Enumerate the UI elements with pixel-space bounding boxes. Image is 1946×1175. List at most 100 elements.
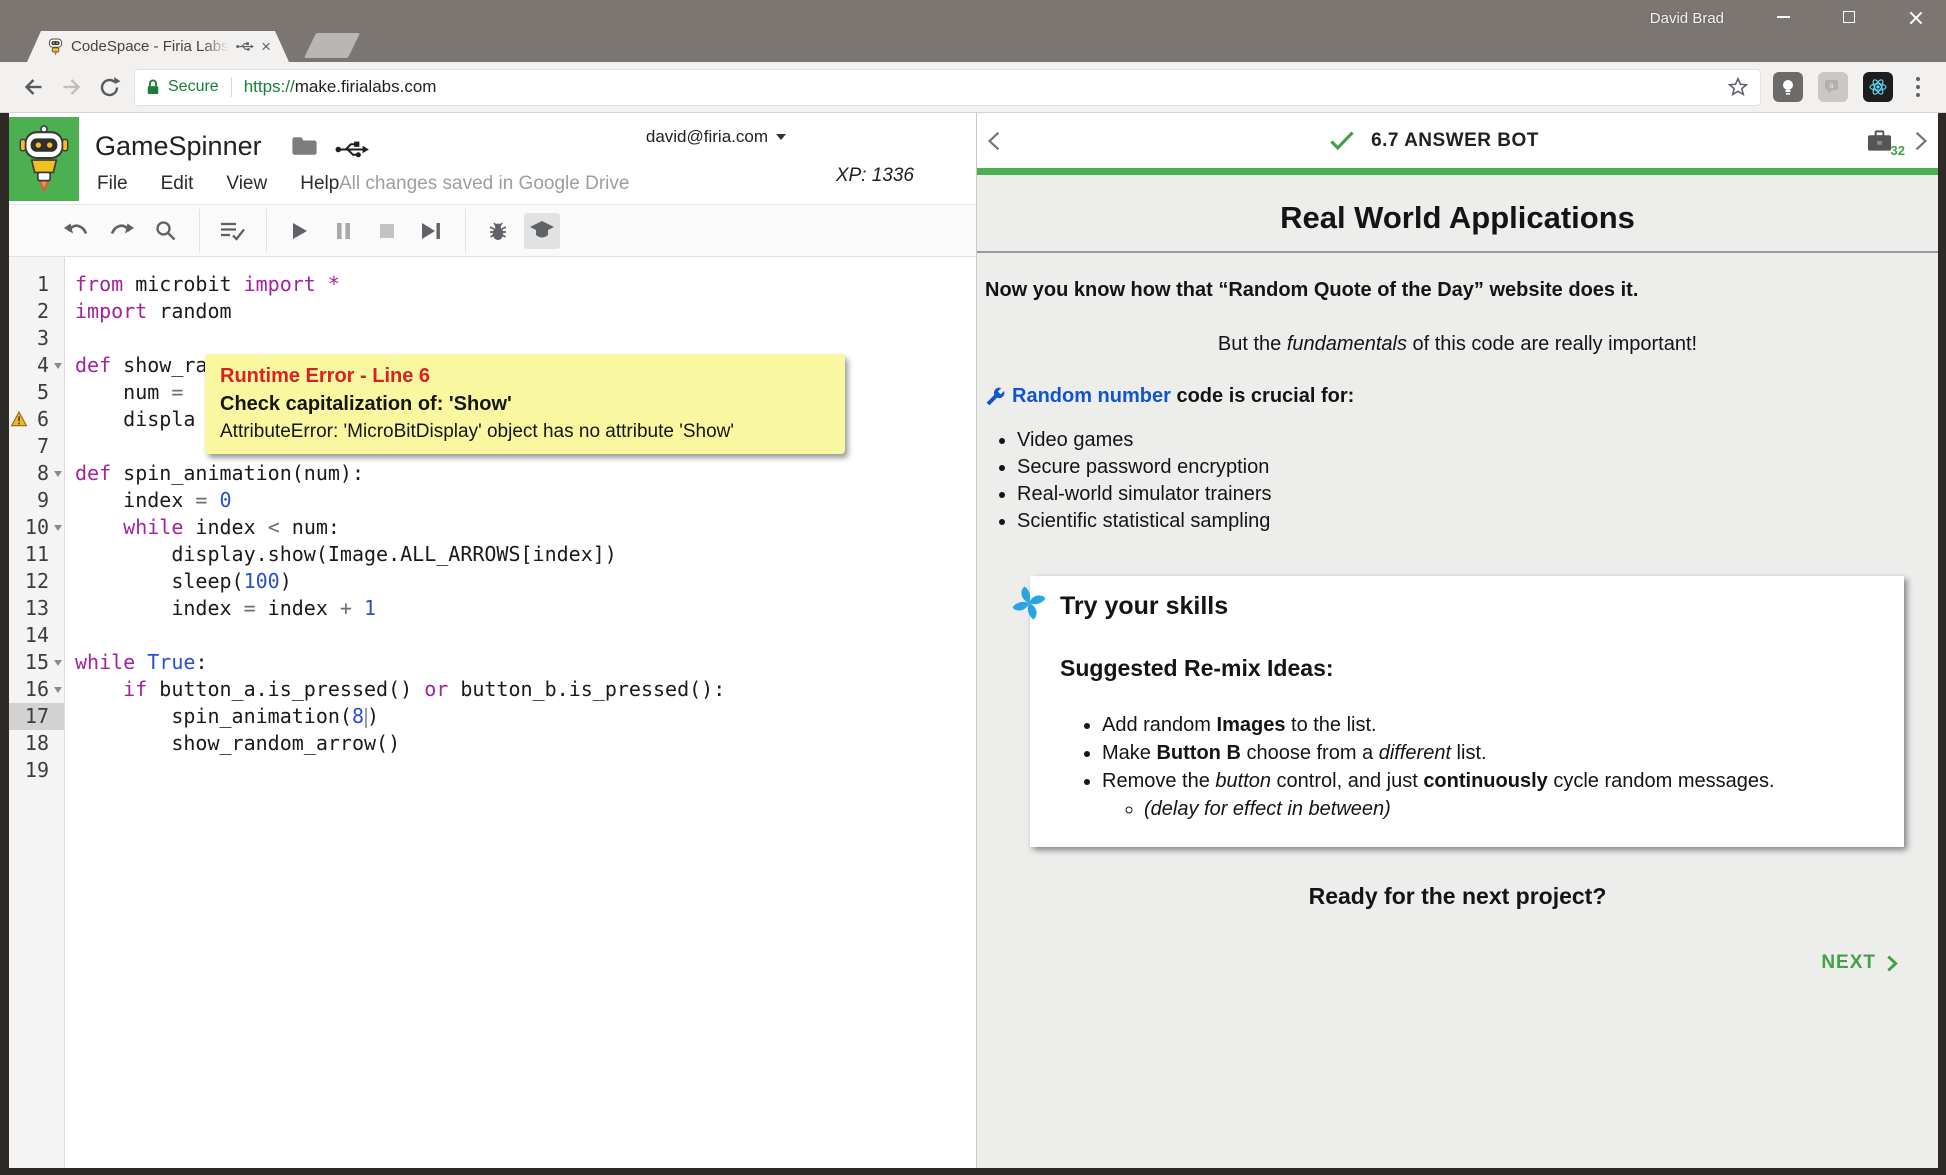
code-line-10[interactable]: while index < num: bbox=[75, 514, 976, 541]
ready-text: Ready for the next project? bbox=[977, 883, 1938, 910]
close-button[interactable] bbox=[1902, 6, 1928, 28]
code-line-16[interactable]: if button_a.is_pressed() or button_b.is_… bbox=[75, 676, 976, 703]
code-line-3[interactable] bbox=[75, 325, 976, 352]
gutter-line-17[interactable]: 17 bbox=[9, 703, 64, 730]
gutter-line-4[interactable]: 4 bbox=[9, 352, 64, 379]
new-tab-button[interactable] bbox=[304, 33, 360, 58]
gutter-line-8[interactable]: 8 bbox=[9, 460, 64, 487]
gutter-line-2[interactable]: 2 bbox=[9, 298, 64, 325]
gutter-line-12[interactable]: 12 bbox=[9, 568, 64, 595]
url-text[interactable]: https://make.firialabs.com bbox=[244, 77, 437, 97]
code-line-14[interactable] bbox=[75, 622, 976, 649]
code-editor[interactable]: 12345678910111213141516171819 from micro… bbox=[9, 257, 976, 1168]
menu-help[interactable]: Help bbox=[300, 173, 339, 195]
url-separator bbox=[231, 77, 232, 97]
ext-lightbulb-button[interactable] bbox=[1773, 72, 1803, 102]
lesson-next-arrow-button[interactable] bbox=[1914, 131, 1928, 151]
gutter-line-9[interactable]: 9 bbox=[9, 487, 64, 514]
fold-arrow-icon[interactable] bbox=[54, 525, 62, 531]
gutter-line-15[interactable]: 15 bbox=[9, 649, 64, 676]
back-button[interactable] bbox=[14, 68, 52, 106]
tab-usb-icon bbox=[236, 41, 254, 52]
next-button[interactable]: NEXT bbox=[977, 952, 1898, 974]
fold-arrow-icon[interactable] bbox=[54, 660, 62, 666]
code-line-1[interactable]: from microbit import * bbox=[75, 271, 976, 298]
bookmark-star-icon[interactable] bbox=[1727, 76, 1749, 98]
usb-connect-icon[interactable] bbox=[335, 140, 369, 159]
error-hint: Check capitalization of: 'Show' bbox=[220, 390, 830, 418]
list-item: Scientific statistical sampling bbox=[1017, 508, 1938, 535]
list-item: Make Button B choose from a different li… bbox=[1102, 739, 1878, 767]
gutter-line-14[interactable]: 14 bbox=[9, 622, 64, 649]
forward-button[interactable] bbox=[52, 68, 90, 106]
maximize-button[interactable] bbox=[1836, 6, 1862, 28]
account-caret-icon bbox=[776, 134, 786, 140]
gutter-line-13[interactable]: 13 bbox=[9, 595, 64, 622]
browser-menu-button[interactable] bbox=[1908, 77, 1928, 97]
fold-arrow-icon[interactable] bbox=[54, 687, 62, 693]
next-label[interactable]: NEXT bbox=[1821, 952, 1876, 974]
minimize-button[interactable] bbox=[1770, 6, 1796, 28]
gutter-line-5[interactable]: 5 bbox=[9, 379, 64, 406]
gutter-line-11[interactable]: 11 bbox=[9, 541, 64, 568]
code-line-15[interactable]: while True: bbox=[75, 649, 976, 676]
run-button[interactable] bbox=[281, 213, 317, 249]
code-line-11[interactable]: display.show(Image.ALL_ARROWS[index]) bbox=[75, 541, 976, 568]
refresh-button[interactable] bbox=[90, 68, 128, 106]
editor-toolbar bbox=[9, 205, 976, 257]
step-button[interactable] bbox=[413, 213, 449, 249]
pause-button[interactable] bbox=[325, 213, 361, 249]
fold-arrow-icon[interactable] bbox=[54, 363, 62, 369]
browser-profile-name[interactable]: David Brad bbox=[1650, 10, 1724, 27]
gutter-line-16[interactable]: 16 bbox=[9, 676, 64, 703]
ext-translate-button[interactable]: a bbox=[1818, 72, 1848, 102]
code-line-8[interactable]: def spin_animation(num): bbox=[75, 460, 976, 487]
lesson-title: 6.7 ANSWER BOT bbox=[1371, 130, 1539, 152]
toolbox-button[interactable]: 32 bbox=[1867, 130, 1892, 152]
url-bar[interactable]: Secure https://make.firialabs.com bbox=[134, 69, 1761, 106]
project-title[interactable]: GameSpinner bbox=[95, 131, 262, 162]
stop-button[interactable] bbox=[369, 213, 405, 249]
lesson-progress-bar bbox=[977, 168, 1938, 175]
tutor-mode-button[interactable] bbox=[524, 213, 560, 249]
menu-file[interactable]: File bbox=[97, 173, 128, 195]
code-line-19[interactable] bbox=[75, 757, 976, 784]
redo-button[interactable] bbox=[103, 213, 139, 249]
list-item: Video games bbox=[1017, 427, 1938, 454]
gutter-line-7[interactable]: 7 bbox=[9, 433, 64, 460]
code-line-18[interactable]: show_random_arrow() bbox=[75, 730, 976, 757]
code-line-13[interactable]: index = index + 1 bbox=[75, 595, 976, 622]
account-email[interactable]: david@firia.com bbox=[646, 127, 786, 147]
lesson-prev-button[interactable] bbox=[987, 131, 1001, 151]
gutter-line-18[interactable]: 18 bbox=[9, 730, 64, 757]
gutter-line-19[interactable]: 19 bbox=[9, 757, 64, 784]
browser-tab[interactable]: CodeSpace - Firia Labs × bbox=[27, 31, 289, 62]
ext-react-devtools-button[interactable] bbox=[1863, 72, 1893, 102]
gutter-line-10[interactable]: 10 bbox=[9, 514, 64, 541]
check-code-button[interactable] bbox=[214, 213, 250, 249]
code-line-17[interactable]: spin_animation(8) bbox=[75, 703, 976, 730]
editor-gutter[interactable]: 12345678910111213141516171819 bbox=[9, 257, 65, 1168]
undo-button[interactable] bbox=[59, 213, 95, 249]
crucial-paragraph: Random number code is crucial for: bbox=[985, 385, 1930, 408]
list-item: Secure password encryption bbox=[1017, 454, 1938, 481]
xp-label: XP: 1336 bbox=[836, 165, 914, 187]
gutter-line-6[interactable]: 6 bbox=[9, 406, 64, 433]
intro-paragraph: Now you know how that “Random Quote of t… bbox=[985, 279, 1930, 302]
fold-arrow-icon[interactable] bbox=[54, 471, 62, 477]
search-button[interactable] bbox=[147, 213, 183, 249]
open-project-folder-icon[interactable] bbox=[291, 135, 318, 157]
crucial-text[interactable]: Random number code is crucial for: bbox=[1012, 385, 1354, 408]
menu-view[interactable]: View bbox=[226, 173, 267, 195]
gutter-line-1[interactable]: 1 bbox=[9, 271, 64, 298]
remix-ideas-list: Add random Images to the list.Make Butto… bbox=[1102, 711, 1878, 795]
tab-close-button[interactable]: × bbox=[261, 38, 271, 55]
runtime-error-tooltip: Runtime Error - Line 6 Check capitalizat… bbox=[205, 354, 845, 454]
gutter-line-3[interactable]: 3 bbox=[9, 325, 64, 352]
code-line-2[interactable]: import random bbox=[75, 298, 976, 325]
secure-label: Secure bbox=[168, 78, 219, 96]
code-line-9[interactable]: index = 0 bbox=[75, 487, 976, 514]
debug-bug-button[interactable] bbox=[480, 213, 516, 249]
code-line-12[interactable]: sleep(100) bbox=[75, 568, 976, 595]
menu-edit[interactable]: Edit bbox=[161, 173, 194, 195]
